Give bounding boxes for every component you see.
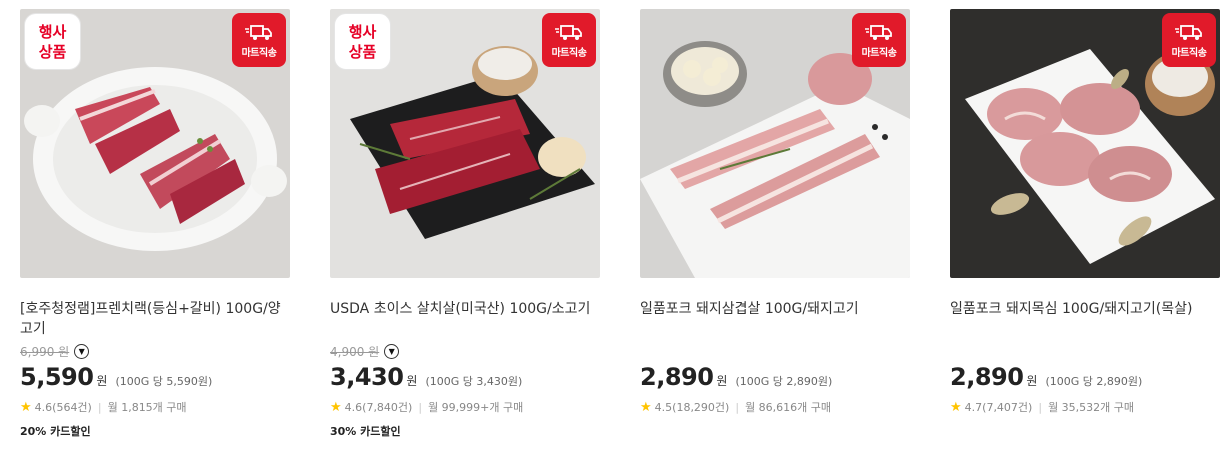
product-title[interactable]: 일품포크 돼지목심 100G/돼지고기(목살) (950, 299, 1220, 339)
sale-price: 5,590 (20, 363, 94, 391)
divider: | (97, 400, 102, 414)
product-card[interactable]: 마트직송 일품포크 돼지목심 100G/돼지고기(목살) 2,890 원 (10… (950, 9, 1220, 439)
rating-row: ★ 4.6(564건) | 월 1,815개 구매 (20, 399, 290, 415)
original-price-row: 4,900 원 ▼ (330, 341, 600, 361)
currency-label: 원 (716, 374, 728, 388)
price-row: 2,890 원 (100G 당 2,890원) (950, 363, 1220, 391)
card-discount: 30% 카드할인 (330, 425, 401, 438)
unit-price: (100G 당 2,890원) (1045, 375, 1143, 388)
card-discount: 20% 카드할인 (20, 425, 91, 438)
mart-delivery-badge: 마트직송 (232, 13, 286, 67)
product-card[interactable]: 행사 상품 마트직송 [호주청정램]프렌치랙(등심+갈비) 100G/양고기 6… (20, 9, 290, 439)
event-badge: 행사 상품 (334, 13, 391, 70)
sale-price: 2,890 (950, 363, 1024, 391)
divider: | (418, 400, 423, 414)
star-icon: ★ (640, 399, 652, 415)
unit-price: (100G 당 3,430원) (425, 375, 523, 388)
unit-price: (100G 당 5,590원) (115, 375, 213, 388)
rating-text: 4.5(18,290건) (654, 401, 730, 414)
truck-icon (865, 25, 892, 40)
rating-row: ★ 4.7(7,407건) | 월 35,532개 구매 (950, 399, 1220, 415)
currency-label: 원 (96, 374, 108, 388)
sale-price: 2,890 (640, 363, 714, 391)
rating-row: ★ 4.6(7,840건) | 월 99,999+개 구매 (330, 399, 600, 415)
rating-text: 4.7(7,407건) (964, 401, 1033, 414)
star-icon: ★ (20, 399, 32, 415)
rating-text: 4.6(7,840건) (344, 401, 413, 414)
price-row: 2,890 원 (100G 당 2,890원) (640, 363, 910, 391)
product-card[interactable]: 마트직송 일품포크 돼지삼겹살 100G/돼지고기 2,890 원 (100G … (640, 9, 910, 439)
original-price-row: 6,990 원 ▼ (20, 341, 290, 361)
product-image[interactable]: 마트직송 (640, 9, 910, 278)
star-icon: ★ (950, 399, 962, 415)
rating-row: ★ 4.5(18,290건) | 월 86,616개 구매 (640, 399, 910, 415)
divider: | (1038, 400, 1043, 414)
product-card[interactable]: 행사 상품 마트직송 USDA 초이스 살치살(미국산) 100G/소고기 4,… (330, 9, 600, 439)
star-icon: ★ (330, 399, 342, 415)
original-price: 6,990 원 (20, 344, 70, 359)
price-row: 5,590 원 (100G 당 5,590원) (20, 363, 290, 391)
divider: | (735, 400, 740, 414)
currency-label: 원 (406, 374, 418, 388)
currency-label: 원 (1026, 374, 1038, 388)
monthly-purchases: 월 1,815개 구매 (107, 401, 187, 414)
product-title[interactable]: USDA 초이스 살치살(미국산) 100G/소고기 (330, 299, 600, 339)
original-price: 4,900 원 (330, 344, 380, 359)
product-title[interactable]: [호주청정램]프렌치랙(등심+갈비) 100G/양고기 (20, 299, 290, 339)
product-image[interactable]: 행사 상품 마트직송 (20, 9, 290, 278)
product-image[interactable]: 마트직송 (950, 9, 1220, 278)
monthly-purchases: 월 99,999+개 구매 (428, 401, 524, 414)
truck-icon (555, 25, 582, 40)
mart-delivery-badge: 마트직송 (852, 13, 906, 67)
unit-price: (100G 당 2,890원) (735, 375, 833, 388)
truck-icon (1175, 25, 1202, 40)
event-badge: 행사 상품 (24, 13, 81, 70)
rating-text: 4.6(564건) (34, 401, 92, 414)
product-title[interactable]: 일품포크 돼지삼겹살 100G/돼지고기 (640, 299, 910, 339)
monthly-purchases: 월 35,532개 구매 (1048, 401, 1135, 414)
mart-delivery-badge: 마트직송 (542, 13, 596, 67)
chevron-down-icon[interactable]: ▼ (384, 343, 400, 359)
monthly-purchases: 월 86,616개 구매 (745, 401, 832, 414)
mart-delivery-badge: 마트직송 (1162, 13, 1216, 67)
chevron-down-icon[interactable]: ▼ (74, 343, 90, 359)
sale-price: 3,430 (330, 363, 404, 391)
price-row: 3,430 원 (100G 당 3,430원) (330, 363, 600, 391)
product-grid: 행사 상품 마트직송 [호주청정램]프렌치랙(등심+갈비) 100G/양고기 6… (20, 9, 1220, 439)
truck-icon (245, 25, 272, 40)
product-image[interactable]: 행사 상품 마트직송 (330, 9, 600, 278)
